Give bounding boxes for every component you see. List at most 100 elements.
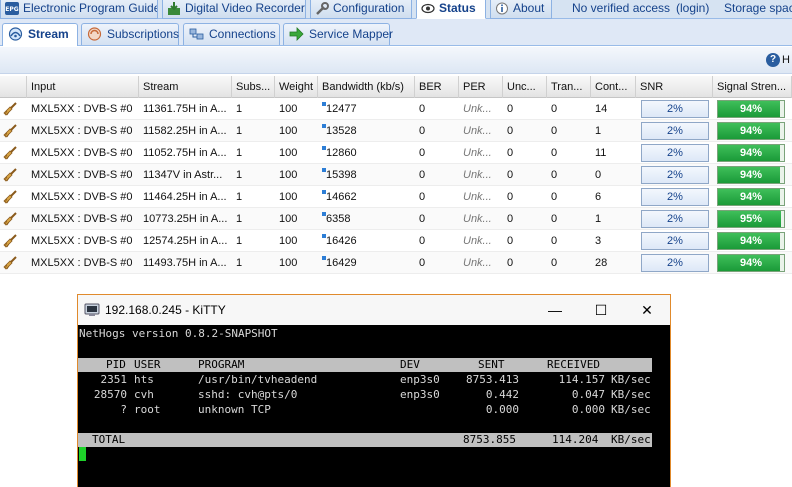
- column-header-weight[interactable]: Weight: [275, 76, 318, 98]
- access-status: No verified access: [572, 1, 671, 15]
- snr-bar: 2%: [641, 210, 709, 228]
- cell-subscriptions: 1: [236, 191, 243, 203]
- cell-per: Unk...: [463, 213, 492, 225]
- cell-continuity-errors: 14: [595, 103, 608, 115]
- bandwidth-indicator-icon: [322, 102, 326, 106]
- column-header-signal-strength[interactable]: Signal Stren...: [713, 76, 792, 98]
- cell-transport-errors: 0: [551, 257, 558, 269]
- cell-uncorrected: 0: [507, 125, 514, 137]
- signal-strength-value: 95%: [739, 213, 763, 225]
- column-header-transport-errors[interactable]: Tran...: [547, 76, 591, 98]
- cell-per: Unk...: [463, 235, 492, 247]
- connections-icon: [189, 28, 204, 40]
- column-header-input[interactable]: Input: [27, 76, 139, 98]
- tab-electronic-program-guide[interactable]: EPG Electronic Program Guide: [0, 0, 158, 19]
- cell-bandwidth: 12477: [326, 103, 357, 115]
- help-button-label[interactable]: H: [782, 53, 790, 67]
- bandwidth-indicator-icon: [322, 146, 326, 150]
- nethogs-column-header: PID USER PROGRAM DEV SENT RECEIVED: [78, 358, 652, 372]
- terminal-cursor: [79, 447, 86, 461]
- tab-service-mapper[interactable]: Service Mapper: [283, 23, 393, 45]
- list-item: 2351 hts/usr/bin/tvheadend enp3s0 8753.413 1…: [78, 373, 670, 387]
- column-header-per[interactable]: PER: [459, 76, 503, 98]
- stream-grid-header: Input Stream Subs... Weight Bandwidth (k…: [0, 76, 792, 98]
- column-header-stream[interactable]: Stream: [139, 76, 232, 98]
- clear-stats-icon[interactable]: [3, 124, 18, 138]
- column-header-bandwidth[interactable]: Bandwidth (kb/s): [318, 76, 415, 98]
- clear-stats-icon[interactable]: [3, 190, 18, 204]
- table-row[interactable]: MXL5XX : DVB-S #0 11493.75H in A... 1 100 16…: [0, 252, 792, 274]
- cell-stream: 11347V in Astr...: [143, 169, 223, 181]
- kitty-terminal-window[interactable]: 192.168.0.245 - KiTTY — ☐ ✕ NetHogs vers…: [77, 294, 671, 487]
- proc-received: 0.047: [571, 388, 605, 401]
- tab-configuration[interactable]: Configuration: [310, 0, 412, 19]
- bandwidth-indicator-icon: [322, 212, 326, 216]
- column-header-ber[interactable]: BER: [415, 76, 459, 98]
- table-row[interactable]: MXL5XX : DVB-S #0 11464.25H in A... 1 100 14…: [0, 186, 792, 208]
- cell-weight: 100: [279, 213, 298, 225]
- clear-stats-icon[interactable]: [3, 168, 18, 182]
- bandwidth-indicator-icon: [322, 168, 326, 172]
- tab-stream[interactable]: Stream: [2, 23, 78, 46]
- help-icon[interactable]: ?: [766, 53, 780, 67]
- cell-weight: 100: [279, 191, 298, 203]
- tab-label: About: [513, 1, 545, 15]
- tab-label: Configuration: [333, 1, 405, 15]
- table-row[interactable]: MXL5XX : DVB-S #0 10773.25H in A... 1 100 63…: [0, 208, 792, 230]
- close-icon[interactable]: ✕: [624, 295, 670, 325]
- login-link[interactable]: (login): [676, 0, 709, 19]
- terminal-screen[interactable]: NetHogs version 0.8.2-SNAPSHOT PID USER …: [78, 325, 670, 487]
- snr-bar: 2%: [641, 254, 709, 272]
- nethogs-total-row: TOTAL 8753.855 114.204 KB/sec: [78, 433, 652, 447]
- cell-subscriptions: 1: [236, 147, 243, 159]
- table-row[interactable]: MXL5XX : DVB-S #0 11347V in Astr... 1 100 15…: [0, 164, 792, 186]
- column-header-snr[interactable]: SNR: [636, 76, 713, 98]
- header-program: PROGRAM: [198, 358, 245, 371]
- minimize-icon[interactable]: —: [532, 295, 578, 325]
- cell-stream: 12574.25H in A...: [143, 235, 228, 247]
- dvr-icon: [168, 2, 180, 15]
- table-row[interactable]: MXL5XX : DVB-S #0 11052.75H in A... 1 100 12…: [0, 142, 792, 164]
- clear-stats-icon[interactable]: [3, 146, 18, 160]
- cell-input: MXL5XX : DVB-S #0: [31, 235, 133, 247]
- cell-per: Unk...: [463, 125, 492, 137]
- cell-weight: 100: [279, 125, 298, 137]
- tab-digital-video-recorder[interactable]: Digital Video Recorder: [162, 0, 306, 19]
- snr-bar: 2%: [641, 166, 709, 184]
- signal-strength-value: 94%: [739, 125, 763, 137]
- proc-pid: 2351: [100, 373, 128, 386]
- header-user: USER: [134, 358, 161, 371]
- column-header-continuity-errors[interactable]: Cont...: [591, 76, 636, 98]
- cell-bandwidth: 6358: [326, 213, 351, 225]
- window-title-bar[interactable]: 192.168.0.245 - KiTTY — ☐ ✕: [78, 295, 670, 325]
- tab-status[interactable]: Status: [416, 0, 486, 19]
- column-header-uncorrected[interactable]: Unc...: [503, 76, 547, 98]
- cell-ber: 0: [419, 147, 426, 159]
- main-tab-bar: EPG Electronic Program Guide Digital Vid…: [0, 0, 792, 19]
- stream-icon: [8, 27, 23, 41]
- cell-bandwidth: 13528: [326, 125, 357, 137]
- cell-weight: 100: [279, 235, 298, 247]
- proc-sent: 8753.413: [466, 373, 519, 386]
- table-row[interactable]: MXL5XX : DVB-S #0 11582.25H in A... 1 100 13…: [0, 120, 792, 142]
- snr-bar: 2%: [641, 144, 709, 162]
- table-row[interactable]: MXL5XX : DVB-S #0 11361.75H in A... 1 100 12…: [0, 98, 792, 120]
- tab-about[interactable]: About: [490, 0, 552, 19]
- signal-strength-bar: 94%: [717, 144, 785, 162]
- tab-subscriptions[interactable]: Subscriptions: [81, 23, 179, 45]
- tab-label: Connections: [209, 27, 276, 41]
- clear-stats-icon[interactable]: [3, 102, 18, 116]
- clear-stats-icon[interactable]: [3, 212, 18, 226]
- table-row[interactable]: MXL5XX : DVB-S #0 12574.25H in A... 1 100 16…: [0, 230, 792, 252]
- clear-stats-icon[interactable]: [3, 256, 18, 270]
- cell-continuity-errors: 6: [595, 191, 602, 203]
- tab-connections[interactable]: Connections: [183, 23, 280, 45]
- cell-transport-errors: 0: [551, 147, 558, 159]
- column-header-subscriptions[interactable]: Subs...: [232, 76, 275, 98]
- cell-per: Unk...: [463, 191, 492, 203]
- banner-text: NetHogs version 0.8.2-SNAPSHOT: [79, 327, 278, 340]
- kitty-app-icon[interactable]: [84, 302, 100, 318]
- snr-bar: 2%: [641, 232, 709, 250]
- clear-stats-icon[interactable]: [3, 234, 18, 248]
- maximize-icon[interactable]: ☐: [578, 295, 624, 325]
